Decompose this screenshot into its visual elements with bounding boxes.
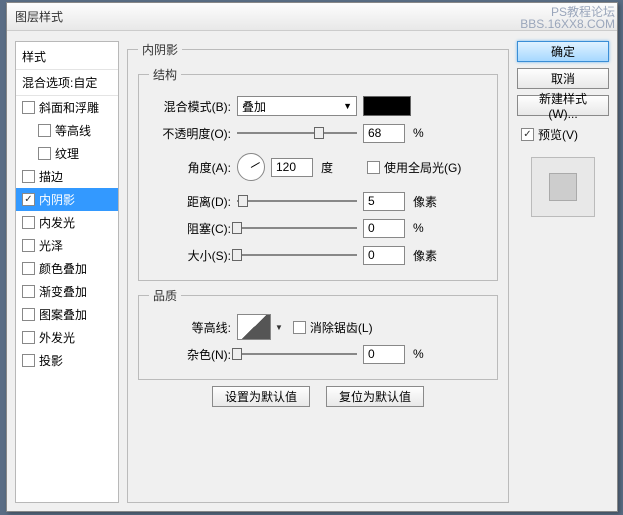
size-input[interactable] [363, 246, 405, 265]
sidebar-label-inner-glow: 内发光 [39, 214, 75, 231]
distance-label: 距离(D): [149, 193, 237, 210]
make-default-button[interactable]: 设置为默认值 [212, 386, 310, 407]
sidebar-label-drop-shadow: 投影 [39, 352, 63, 369]
size-slider[interactable] [237, 248, 357, 262]
sidebar-label-color-ov: 颜色叠加 [39, 260, 87, 277]
blend-mode-dropdown[interactable]: 叠加 ▼ [237, 96, 357, 116]
sidebar-check-drop-shadow[interactable] [22, 354, 35, 367]
structure-group: 结构 混合模式(B): 叠加 ▼ 不透明度(O): % [138, 66, 498, 281]
angle-label: 角度(A): [149, 159, 237, 176]
sidebar-item-grad-ov[interactable]: 渐变叠加 [16, 280, 118, 303]
sidebar-item-texture[interactable]: 纹理 [16, 142, 118, 165]
cancel-button[interactable]: 取消 [517, 68, 609, 89]
sidebar-check-color-ov[interactable] [22, 262, 35, 275]
distance-input[interactable] [363, 192, 405, 211]
noise-input[interactable] [363, 345, 405, 364]
contour-dropdown-icon[interactable]: ▼ [275, 323, 283, 332]
noise-slider[interactable] [237, 347, 357, 361]
new-style-button[interactable]: 新建样式(W)... [517, 95, 609, 116]
sidebar-check-inner-glow[interactable] [22, 216, 35, 229]
global-light-label: 使用全局光(G) [384, 159, 461, 176]
sidebar-check-bevel[interactable] [22, 101, 35, 114]
sidebar-label-grad-ov: 渐变叠加 [39, 283, 87, 300]
watermark-2: BBS.16XX8.COM [520, 18, 615, 30]
style-header[interactable]: 样式 [16, 44, 118, 70]
global-light-checkbox[interactable] [367, 161, 380, 174]
angle-unit: 度 [321, 159, 357, 176]
opacity-label: 不透明度(O): [149, 125, 237, 142]
blend-options-header[interactable]: 混合选项:自定 [16, 70, 118, 96]
contour-label: 等高线: [149, 319, 237, 336]
sidebar-label-patt-ov: 图案叠加 [39, 306, 87, 323]
sidebar-item-inner-glow[interactable]: 内发光 [16, 211, 118, 234]
panel-title: 内阴影 [138, 41, 182, 58]
sidebar-item-patt-ov[interactable]: 图案叠加 [16, 303, 118, 326]
reset-default-button[interactable]: 复位为默认值 [326, 386, 424, 407]
preview-checkbox[interactable] [521, 128, 534, 141]
sidebar-check-outer-glow[interactable] [22, 331, 35, 344]
opacity-input[interactable] [363, 124, 405, 143]
sidebar-item-outer-glow[interactable]: 外发光 [16, 326, 118, 349]
antialias-label: 消除锯齿(L) [310, 319, 373, 336]
angle-dial[interactable] [237, 153, 265, 181]
antialias-checkbox[interactable] [293, 321, 306, 334]
sidebar-check-contour[interactable] [38, 124, 51, 137]
sidebar-label-inner-shadow: 内阴影 [39, 191, 75, 208]
inner-shadow-panel: 内阴影 结构 混合模式(B): 叠加 ▼ 不透明度(O): [127, 41, 509, 503]
opacity-unit: % [413, 126, 449, 140]
sidebar-label-stroke: 描边 [39, 168, 63, 185]
quality-legend: 品质 [149, 287, 181, 304]
contour-picker[interactable] [237, 314, 271, 340]
angle-input[interactable] [271, 158, 313, 177]
sidebar-item-color-ov[interactable]: 颜色叠加 [16, 257, 118, 280]
size-unit: 像素 [413, 247, 449, 264]
noise-unit: % [413, 347, 449, 361]
choke-unit: % [413, 221, 449, 235]
sidebar-label-texture: 纹理 [55, 145, 79, 162]
style-list: 样式 混合选项:自定 斜面和浮雕等高线纹理描边内阴影内发光光泽颜色叠加渐变叠加图… [15, 41, 119, 503]
structure-legend: 结构 [149, 66, 181, 83]
noise-label: 杂色(N): [149, 346, 237, 363]
sidebar-item-stroke[interactable]: 描边 [16, 165, 118, 188]
quality-group: 品质 等高线: ▼ 消除锯齿(L) 杂色(N): % [138, 287, 498, 380]
sidebar-item-drop-shadow[interactable]: 投影 [16, 349, 118, 372]
sidebar-check-inner-shadow[interactable] [22, 193, 35, 206]
distance-unit: 像素 [413, 193, 449, 210]
sidebar-item-bevel[interactable]: 斜面和浮雕 [16, 96, 118, 119]
choke-label: 阻塞(C): [149, 220, 237, 237]
sidebar-check-satin[interactable] [22, 239, 35, 252]
sidebar-label-bevel: 斜面和浮雕 [39, 99, 99, 116]
distance-slider[interactable] [237, 194, 357, 208]
sidebar-check-stroke[interactable] [22, 170, 35, 183]
sidebar-check-texture[interactable] [38, 147, 51, 160]
layer-style-dialog: 图层样式 样式 混合选项:自定 斜面和浮雕等高线纹理描边内阴影内发光光泽颜色叠加… [6, 2, 618, 512]
size-label: 大小(S): [149, 247, 237, 264]
preview-swatch [531, 157, 595, 217]
dialog-title: 图层样式 [15, 8, 63, 25]
chevron-down-icon: ▼ [343, 101, 352, 111]
sidebar-item-satin[interactable]: 光泽 [16, 234, 118, 257]
sidebar-item-inner-shadow[interactable]: 内阴影 [16, 188, 118, 211]
choke-input[interactable] [363, 219, 405, 238]
shadow-color-swatch[interactable] [363, 96, 411, 116]
sidebar-check-grad-ov[interactable] [22, 285, 35, 298]
preview-label: 预览(V) [538, 126, 578, 143]
ok-button[interactable]: 确定 [517, 41, 609, 62]
dialog-actions: 确定 取消 新建样式(W)... 预览(V) [517, 41, 609, 503]
sidebar-label-outer-glow: 外发光 [39, 329, 75, 346]
blend-mode-value: 叠加 [242, 98, 266, 115]
sidebar-label-satin: 光泽 [39, 237, 63, 254]
sidebar-check-patt-ov[interactable] [22, 308, 35, 321]
opacity-slider[interactable] [237, 126, 357, 140]
choke-slider[interactable] [237, 221, 357, 235]
panel-fieldset: 内阴影 结构 混合模式(B): 叠加 ▼ 不透明度(O): [127, 41, 509, 503]
blend-mode-label: 混合模式(B): [149, 98, 237, 115]
sidebar-item-contour[interactable]: 等高线 [16, 119, 118, 142]
sidebar-label-contour: 等高线 [55, 122, 91, 139]
